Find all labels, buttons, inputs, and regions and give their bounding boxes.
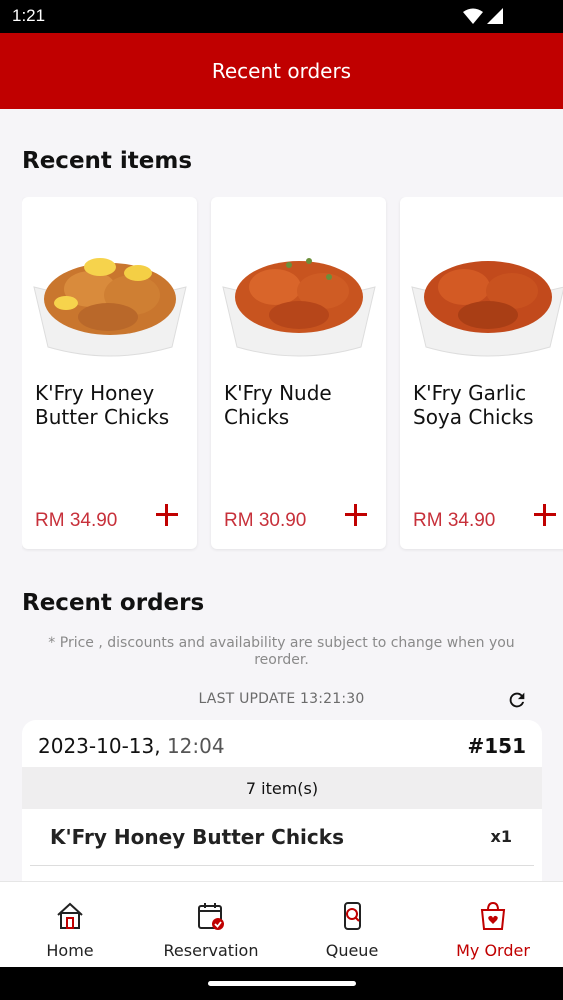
wifi-icon	[463, 8, 483, 24]
cell-signal-icon	[487, 8, 503, 24]
item-name: K'Fry Nude Chicks	[224, 381, 332, 429]
order-item-count-label: 7 item(s)	[245, 778, 319, 798]
page-title: Recent orders	[211, 59, 352, 83]
item-price: RM 30.90	[224, 510, 307, 531]
order-card[interactable]: 2023-10-13, 12:04 #151 7 item(s) K'Fry H…	[22, 720, 542, 885]
nav-item-reservation[interactable]: Reservation	[141, 882, 281, 968]
item-card[interactable]: K'Fry Honey Butter Chicks RM 34.90	[22, 197, 197, 549]
order-time: 12:04	[166, 734, 225, 758]
item-name: K'Fry Garlic Soya Chicks	[413, 381, 534, 429]
nav-item-my-order[interactable]: My Order	[423, 882, 563, 968]
food-image	[222, 258, 376, 357]
order-line-qty: x1	[490, 827, 512, 846]
bottom-nav: Home Reservation Queue My Order	[0, 881, 563, 967]
order-item-count: 7 item(s)	[22, 767, 542, 809]
status-bar: 1:21	[0, 0, 563, 33]
home-icon	[57, 902, 83, 929]
status-time: 1:21	[12, 6, 46, 25]
my-order-icon	[480, 901, 506, 930]
item-name: K'Fry Honey Butter Chicks	[35, 381, 170, 429]
order-line-name: K'Fry Honey Butter Chicks	[50, 825, 344, 849]
home-gesture-handle[interactable]	[208, 981, 356, 986]
item-price: RM 34.90	[413, 510, 496, 531]
item-card[interactable]: K'Fry Garlic Soya Chicks RM 34.90	[400, 197, 563, 549]
nav-item-home[interactable]: Home	[0, 882, 140, 968]
nav-label: My Order	[456, 941, 530, 960]
add-to-cart-button[interactable]	[155, 503, 179, 527]
nav-item-queue[interactable]: Queue	[282, 882, 422, 968]
order-number: #151	[467, 734, 526, 758]
recent-items-carousel[interactable]: K'Fry Honey Butter Chicks RM 34.90 K'Fry…	[22, 197, 563, 552]
recent-items-heading: Recent items	[22, 148, 193, 174]
food-image	[33, 258, 187, 357]
gesture-bar	[0, 967, 563, 1000]
food-image	[411, 261, 563, 357]
divider	[30, 865, 534, 866]
recent-orders-heading: Recent orders	[22, 590, 205, 616]
price-disclaimer: * Price , discounts and availability are…	[48, 635, 515, 668]
nav-label: Reservation	[163, 941, 259, 960]
status-icons	[463, 8, 503, 24]
item-price: RM 34.90	[35, 510, 118, 531]
queue-icon	[344, 902, 361, 930]
reservation-icon	[198, 903, 224, 930]
last-update-label: LAST UPDATE 13:21:30	[198, 691, 365, 707]
order-date: 2023-10-13,	[38, 734, 161, 758]
add-to-cart-button[interactable]	[533, 503, 557, 527]
add-to-cart-button[interactable]	[344, 503, 368, 527]
item-card[interactable]: K'Fry Nude Chicks RM 30.90	[211, 197, 386, 549]
app-bar: Recent orders	[0, 33, 563, 109]
nav-label: Home	[46, 941, 94, 960]
refresh-icon[interactable]	[506, 689, 528, 711]
order-datetime: 2023-10-13, 12:04	[38, 734, 225, 758]
nav-label: Queue	[325, 941, 379, 960]
